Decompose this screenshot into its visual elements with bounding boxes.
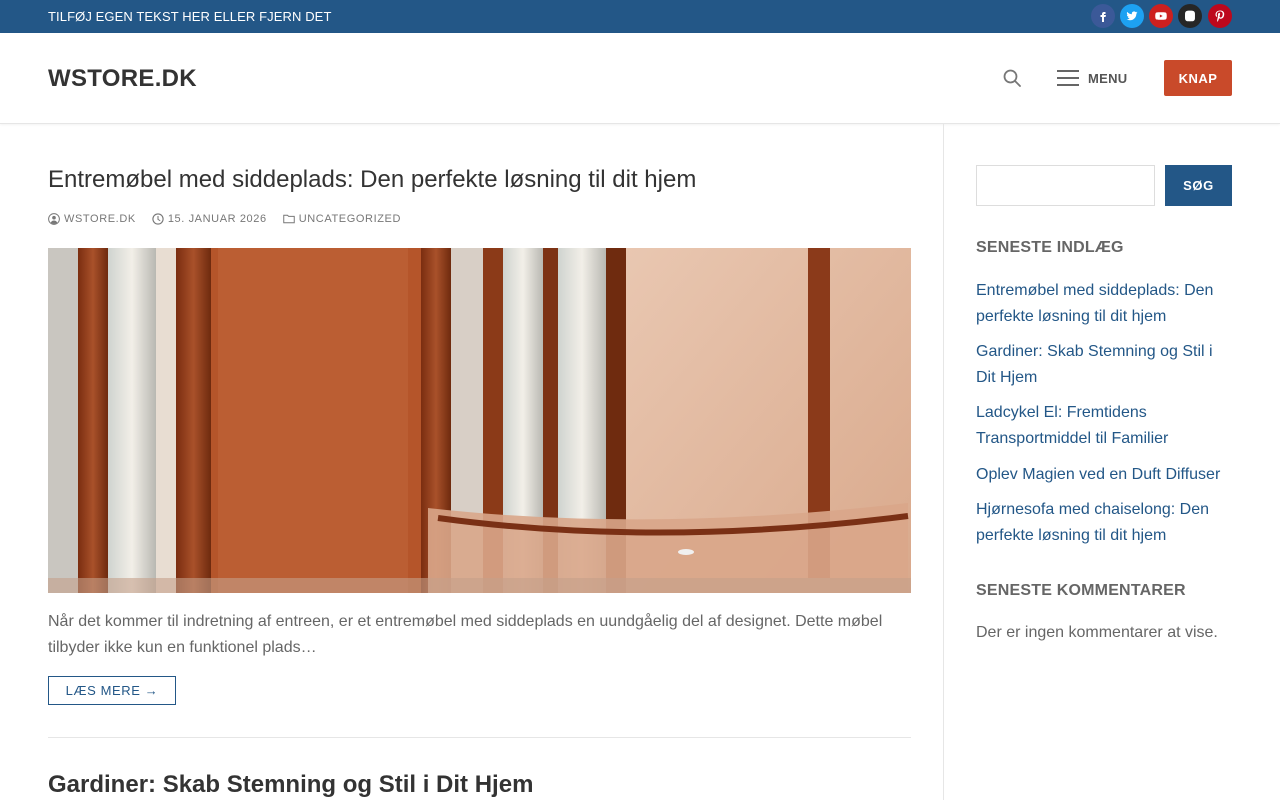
recent-posts-title: SENESTE INDLÆG bbox=[976, 239, 1124, 256]
youtube-icon[interactable] bbox=[1149, 4, 1173, 28]
no-comments-text: Der er ingen kommentarer at vise. bbox=[976, 624, 1218, 641]
search-input[interactable] bbox=[976, 165, 1155, 206]
post-author[interactable]: WSTORE.DK bbox=[48, 213, 136, 225]
post-meta: WSTORE.DK 15. JANUAR 2026 UNCATEGORIZED bbox=[48, 213, 417, 225]
top-bar: TILFØJ EGEN TEKST HER ELLER FJERN DET bbox=[0, 0, 1280, 33]
header-cta-button[interactable]: KNAP bbox=[1164, 60, 1232, 96]
menu-toggle-button[interactable]: MENU bbox=[1057, 66, 1127, 90]
folder-icon bbox=[282, 214, 295, 224]
facebook-icon[interactable] bbox=[1091, 4, 1115, 28]
topbar-text: TILFØJ EGEN TEKST HER ELLER FJERN DET bbox=[48, 9, 332, 24]
site-logo[interactable]: WSTORE.DK bbox=[48, 65, 197, 93]
site-header: WSTORE.DK MENU KNAP bbox=[0, 33, 1280, 124]
post-featured-image[interactable] bbox=[48, 248, 911, 593]
post-excerpt: Når det kommer til indretning af entreen… bbox=[48, 613, 883, 656]
post-title[interactable]: Entremøbel med siddeplads: Den perfekte … bbox=[48, 166, 696, 194]
recent-post-link[interactable]: Oplev Magien ved en Duft Diffuser bbox=[976, 462, 1232, 488]
recent-post-link[interactable]: Hjørnesofa med chaiselong: Den perfekte … bbox=[976, 497, 1232, 548]
search-button[interactable]: SØG bbox=[1165, 165, 1232, 206]
user-icon bbox=[48, 213, 60, 225]
recent-post-link[interactable]: Gardiner: Skab Stemning og Stil i Dit Hj… bbox=[976, 339, 1232, 390]
read-more-button[interactable]: LÆS MERE → bbox=[48, 676, 176, 705]
pinterest-icon[interactable] bbox=[1208, 4, 1232, 28]
post-divider bbox=[48, 737, 911, 738]
recent-post-link[interactable]: Ladcykel El: Fremtidens Transportmiddel … bbox=[976, 400, 1232, 451]
search-icon[interactable] bbox=[1002, 68, 1022, 88]
hamburger-icon bbox=[1057, 70, 1079, 86]
sidebar-divider bbox=[943, 124, 944, 800]
post-title[interactable]: Gardiner: Skab Stemning og Stil i Dit Hj… bbox=[48, 771, 533, 799]
clock-icon bbox=[152, 213, 164, 225]
instagram-icon[interactable] bbox=[1178, 4, 1202, 28]
post-date[interactable]: 15. JANUAR 2026 bbox=[152, 213, 267, 225]
recent-comments-title: SENESTE KOMMENTARER bbox=[976, 582, 1186, 599]
twitter-icon[interactable] bbox=[1120, 4, 1144, 28]
post-category[interactable]: UNCATEGORIZED bbox=[282, 213, 402, 225]
post-category-label: UNCATEGORIZED bbox=[298, 213, 402, 225]
recent-posts-list: Entremøbel med siddeplads: Den perfekte … bbox=[976, 278, 1232, 558]
post-date-label: 15. JANUAR 2026 bbox=[167, 213, 267, 225]
menu-label: MENU bbox=[1088, 70, 1128, 86]
post-author-label: WSTORE.DK bbox=[64, 213, 136, 225]
recent-post-link[interactable]: Entremøbel med siddeplads: Den perfekte … bbox=[976, 278, 1232, 329]
